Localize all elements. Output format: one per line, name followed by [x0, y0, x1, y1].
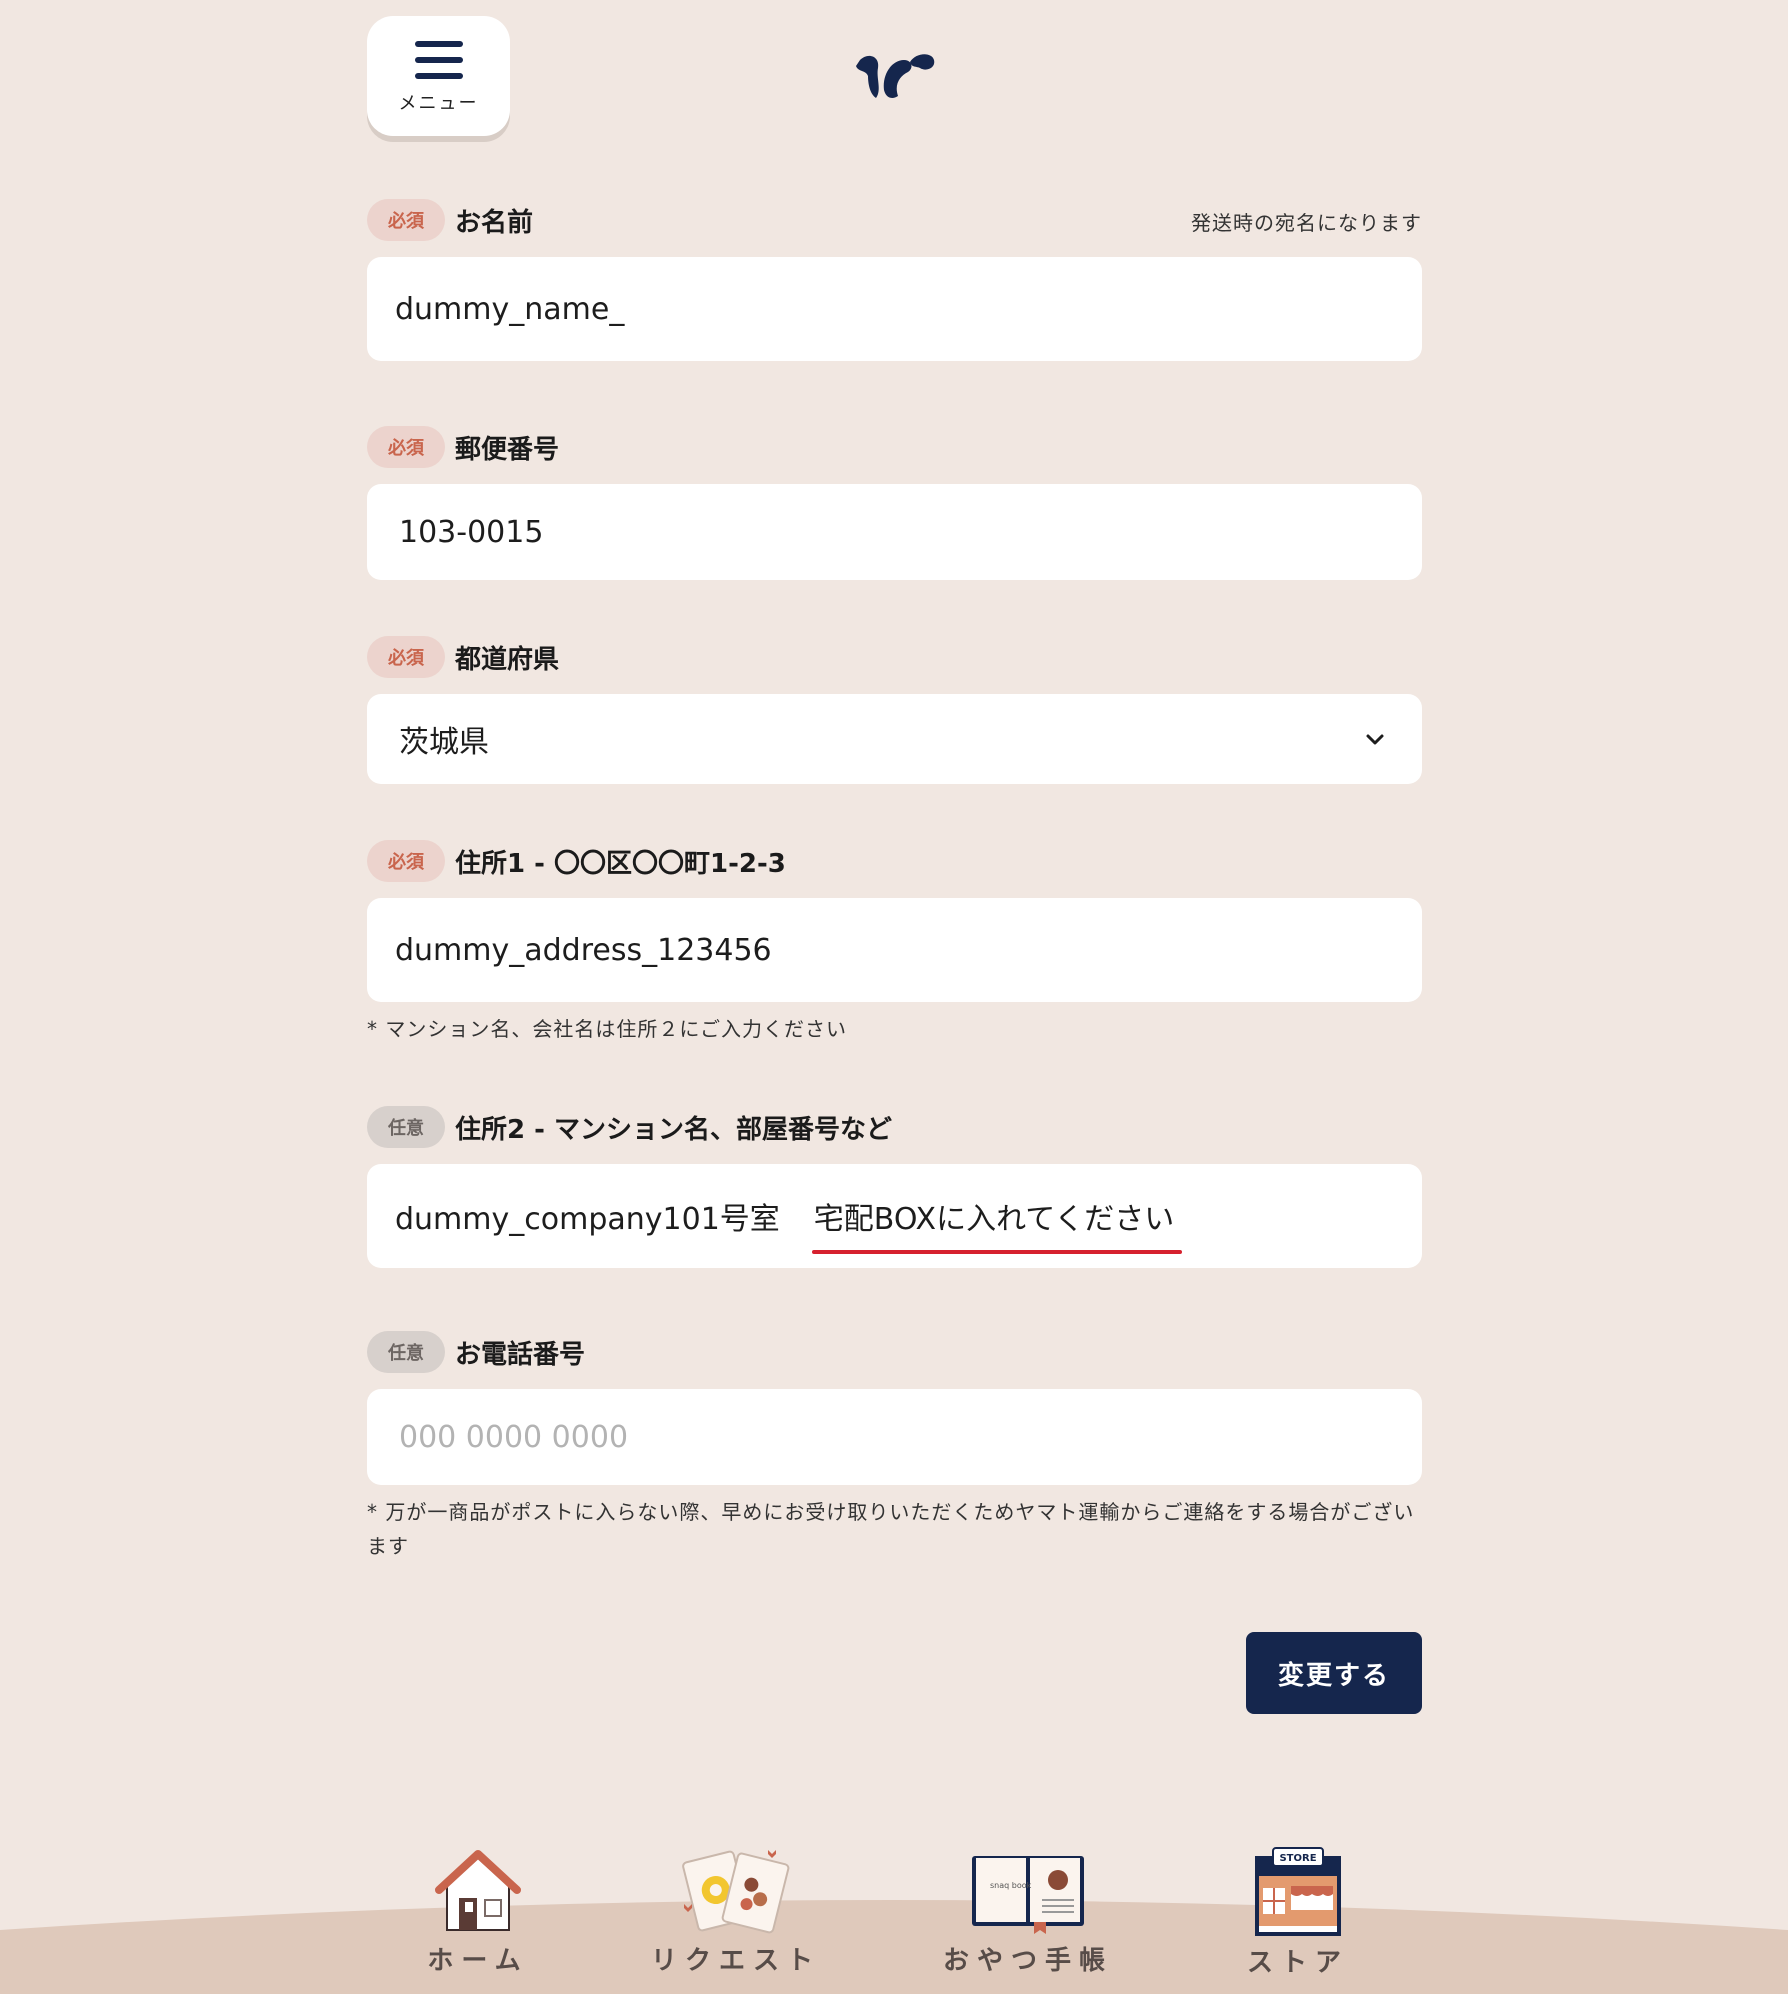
prefecture-select[interactable]: 茨城県: [367, 694, 1422, 784]
optional-badge: 任意: [367, 1106, 445, 1148]
address2-input[interactable]: dummy_company101号室 宅配BOXに入れてください: [367, 1164, 1422, 1268]
snack-cards-icon: [682, 1850, 790, 1934]
bottom-nav-background: [0, 1900, 1788, 1994]
address1-input-value: dummy_address_123456: [395, 932, 772, 968]
submit-button[interactable]: 変更する: [1246, 1632, 1422, 1714]
required-badge: 必須: [367, 636, 445, 678]
name-label: お名前: [455, 207, 534, 238]
name-input-value: dummy_name_: [395, 291, 625, 327]
phone-label: お電話番号: [455, 1339, 586, 1370]
nav-label-store: ストア: [1246, 1948, 1349, 1978]
name-hint: 発送時の宛名になります: [1191, 211, 1422, 235]
address2-label: 住所2 - マンション名、部屋番号など: [455, 1114, 892, 1145]
menu-button[interactable]: メニュー: [367, 16, 510, 136]
address2-field-group: 任意 住所2 - マンション名、部屋番号など dummy_company101号…: [367, 1106, 1422, 1268]
store-icon: STORE: [1255, 1847, 1341, 1936]
address1-label: 住所1 - 〇〇区〇〇町1-2-3: [455, 848, 786, 879]
phone-note: * 万が一商品がポストに入らない際、早めにお受け取りいただくためヤマト運輸からご…: [367, 1500, 1415, 1558]
nav-item-store[interactable]: STORE ストア: [1178, 1846, 1418, 1979]
name-input[interactable]: dummy_name_: [367, 257, 1422, 361]
nav-item-snack-book[interactable]: snaq book おやつ手帳: [908, 1846, 1148, 1977]
address1-field-group: 必須 住所1 - 〇〇区〇〇町1-2-3 dummy_address_12345…: [367, 840, 1422, 1046]
phone-input-placeholder: 000 0000 0000: [399, 1419, 629, 1455]
required-badge: 必須: [367, 199, 445, 241]
nav-item-home[interactable]: ホーム: [358, 1846, 598, 1977]
nav-label-request: リクエスト: [650, 1946, 821, 1976]
nav-item-request[interactable]: リクエスト: [616, 1846, 856, 1977]
prefecture-field-group: 必須 都道府県 茨城県: [367, 636, 1422, 784]
store-sign-text: STORE: [1279, 1853, 1316, 1864]
optional-badge: 任意: [367, 1331, 445, 1373]
address1-note: * マンション名、会社名は住所２にご入力ください: [367, 1017, 847, 1041]
phone-input[interactable]: 000 0000 0000: [367, 1389, 1422, 1485]
phone-field-group: 任意 お電話番号 000 0000 0000 * 万が一商品がポストに入らない際…: [367, 1331, 1422, 1563]
required-badge: 必須: [367, 840, 445, 882]
chevron-down-icon: [1366, 734, 1384, 745]
nav-label-home: ホーム: [427, 1946, 529, 1976]
nav-label-snack-book: おやつ手帳: [942, 1946, 1113, 1976]
required-badge: 必須: [367, 426, 445, 468]
page: メニュー 必須 お名前 発送時の宛名になります dummy_name_ 必須 郵…: [0, 0, 1788, 1994]
address2-input-value-extra: 宅配BOXに入れてください: [811, 1194, 1182, 1254]
postal-input-value: 103-0015: [399, 514, 544, 550]
house-icon: [435, 1850, 521, 1931]
prefecture-label: 都道府県: [455, 644, 560, 675]
postal-field-group: 必須 郵便番号 103-0015: [367, 426, 1422, 580]
postal-input[interactable]: 103-0015: [367, 484, 1422, 580]
hamburger-icon: [414, 41, 463, 79]
postal-label: 郵便番号: [455, 434, 560, 465]
name-field-group: 必須 お名前 発送時の宛名になります dummy_name_: [367, 199, 1422, 361]
address2-input-value: dummy_company101号室: [395, 1202, 780, 1237]
prefecture-select-value: 茨城県: [399, 725, 489, 760]
snaq-book-icon: snaq book: [972, 1856, 1084, 1934]
brand-logo: [856, 54, 935, 98]
menu-label: メニュー: [398, 93, 479, 114]
book-text: snaq book: [990, 1881, 1032, 1890]
address1-input[interactable]: dummy_address_123456: [367, 898, 1422, 1002]
